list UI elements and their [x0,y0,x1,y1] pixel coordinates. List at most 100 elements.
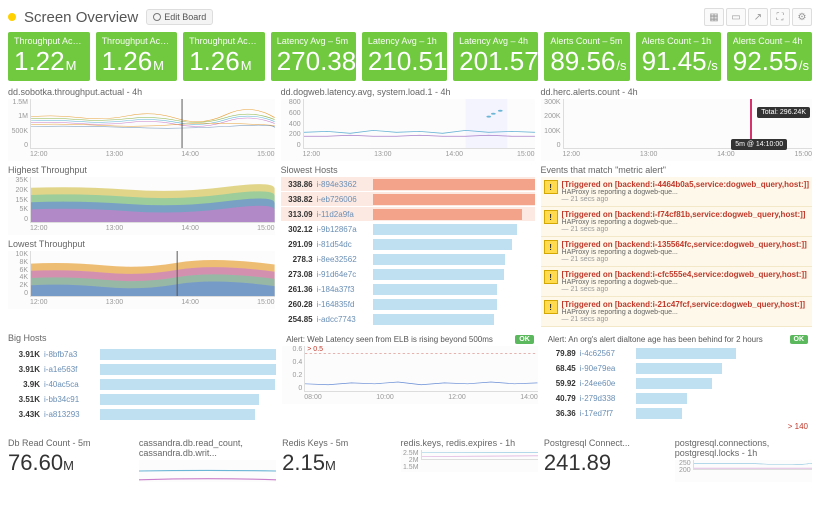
kpi-tile[interactable]: Alerts Count – 1h91.45/s [636,32,721,81]
threshold-label: > 140 [544,421,812,432]
warning-icon: ! [544,240,558,254]
lowest-chart[interactable]: 10K8K6K4K2K0 12:0013:0014:0015:00 [8,251,275,309]
row-label: i-9b12867a [317,225,373,234]
event-subtitle: HAProxy is reporting a dogweb-que... [562,309,809,316]
list-item[interactable]: 3.91Ki-8bfb7a3 [8,347,276,361]
row-label: i-11d2a9fa [317,210,373,219]
row-value: 291.09 [281,240,317,249]
kpi-tile[interactable]: Alerts Count – 4h92.55/s [727,32,812,81]
event-item[interactable]: ![Triggered on [backend:i-cfc555e4,servi… [541,267,812,297]
row-value: 313.09 [281,210,317,219]
list-item[interactable]: 291.09i-81d54dc [281,237,535,251]
kpi-tile[interactable]: Latency Avg – 1h210.51 [362,32,447,81]
label: postgresql.connections, postgresql.locks… [675,438,812,458]
tooltip-total: Total: 296.24K [757,107,810,118]
value: 2.15 [282,450,325,476]
event-item[interactable]: ![Triggered on [backend:i-21c47fcf,servi… [541,297,812,327]
list-item[interactable]: 302.12i-9b12867a [281,222,535,236]
chart-title: Lowest Throughput [8,239,275,249]
list-item[interactable]: 79.89i-4c62567 [544,346,812,360]
redis-keys-panel: Redis Keys - 5m 2.15M [282,438,394,482]
share-icon[interactable]: ↗ [748,8,768,26]
alert-web-panel: Alert: Web Latency seen from ELB is risi… [282,333,537,432]
list-item[interactable]: 338.86i-894e3362 [281,177,535,191]
list-item[interactable]: 3.43Ki-a813293 [8,407,276,421]
row-value: 3.9K [8,380,44,389]
list-item[interactable]: 3.91Ki-a1e563f [8,362,276,376]
list-item[interactable]: 254.85i-adcc7743 [281,312,535,326]
event-item[interactable]: ![Triggered on [backend:i-f74cf81b,servi… [541,207,812,237]
db-read-panel: Db Read Count - 5m 76.60M [8,438,133,482]
row-label: i-adcc7743 [317,315,373,324]
kpi-tile[interactable]: Throughput Actual –...1.22M [8,32,90,81]
tooltip-time: 5m @ 14:10:00 [731,139,787,150]
list-item[interactable]: 40.79i-279d338 [544,391,812,405]
list-item[interactable]: 313.09i-11d2a9fa [281,207,535,221]
edit-board-button[interactable]: Edit Board [146,9,213,25]
kpi-tile[interactable]: Latency Avg – 4h201.57 [453,32,538,81]
alert-org-list: 79.89i-4c6256768.45i-90e79ea59.92i-24ee6… [544,346,812,421]
redis-chart[interactable]: 2.5M2M1.5M [401,450,538,472]
value: 76.60 [8,450,63,476]
list-item[interactable]: 3.51Ki-bb34c91 [8,392,276,406]
tile-label: Alerts Count – 1h [642,36,715,46]
chart-title: Highest Throughput [8,165,275,175]
highest-chart[interactable]: 35K20K15K5K0 12:0013:0014:0015:00 [8,177,275,235]
alert-org-panel: Alert: An org's alert dialtone age has b… [544,333,812,432]
kpi-tile[interactable]: Alerts Count – 5m89.56/s [544,32,629,81]
tile-label: Alerts Count – 4h [733,36,806,46]
event-subtitle: HAProxy is reporting a dogweb-que... [562,279,809,286]
alerts-chart[interactable]: 300K200K100K0 Total: 296.24K 5m @ 14:10:… [541,99,812,161]
event-item[interactable]: ![Triggered on [backend:i-4464b0a5,servi… [541,177,812,207]
label: redis.keys, redis.expires - 1h [401,438,538,448]
list-item[interactable]: 278.3i-8ee32562 [281,252,535,266]
list-item[interactable]: 3.9Ki-40ac5ca [8,377,276,391]
event-time: — 21 secs ago [562,316,809,323]
header-actions: ▦ ▭ ↗ ⛶ ⚙ [704,8,812,26]
latency-chart[interactable]: 8006004002000 12:0013:0014:0015:00 [281,99,535,161]
alert-title: Alert: Web Latency seen from ELB is risi… [286,335,511,344]
row-value: 3.51K [8,395,44,404]
value: 241.89 [544,450,611,476]
pg-chart[interactable]: 250200 [675,460,812,482]
pg-panel: Postgresql Connect... 241.89 [544,438,669,482]
panel-title: Slowest Hosts [281,165,535,175]
lowest-throughput-panel: Lowest Throughput 10K8K6K4K2K0 12:0013:0… [8,239,275,309]
tv-icon[interactable]: ▭ [726,8,746,26]
tile-label: Latency Avg – 5m [277,36,350,46]
list-item[interactable]: 59.92i-24ee60e [544,376,812,390]
status-badge: OK [790,335,809,344]
fullscreen-icon[interactable]: ⛶ [770,8,790,26]
row-label: i-81d54dc [317,240,373,249]
row-label: i-4c62567 [580,349,636,358]
event-time: — 21 secs ago [562,226,809,233]
events-list: ![Triggered on [backend:i-4464b0a5,servi… [541,177,812,327]
layout-icon[interactable]: ▦ [704,8,724,26]
row-value: 36.36 [544,409,580,418]
list-item[interactable]: 261.36i-184a37f3 [281,282,535,296]
tile-value: 1.26 [102,46,153,77]
list-item[interactable]: 68.45i-90e79ea [544,361,812,375]
label: Db Read Count - 5m [8,438,133,448]
row-label: i-894e3362 [317,180,373,189]
list-item[interactable]: 260.28i-164835fd [281,297,535,311]
kpi-tile[interactable]: Throughput Actual –...1.26M [183,32,265,81]
tile-label: Throughput Actual –... [189,36,259,46]
chart-title: dd.herc.alerts.count - 4h [541,87,812,97]
kpi-tile[interactable]: Latency Avg – 5m270.38 [271,32,356,81]
row-value: 338.82 [281,195,317,204]
throughput-chart[interactable]: 1.5M1M500K0 12:0013:0014:0015:00 [8,99,275,161]
kpi-tile[interactable]: Throughput Actual –...1.26M [96,32,178,81]
alert-web-chart[interactable]: 0.60.40.20 > 0.5 08:0010:0012:0014:00 [282,346,537,404]
tile-unit: M [66,58,77,73]
list-item[interactable]: 338.82i-eb726006 [281,192,535,206]
settings-icon[interactable]: ⚙ [792,8,812,26]
row-value: 3.91K [8,350,44,359]
row-value: 40.79 [544,394,580,403]
list-item[interactable]: 36.36i-17ed7f7 [544,406,812,420]
row-value: 338.86 [281,180,317,189]
chart-title: dd.dogweb.latency.avg, system.load.1 - 4… [281,87,535,97]
list-item[interactable]: 273.08i-91d64e7c [281,267,535,281]
row-value: 302.12 [281,225,317,234]
event-item[interactable]: ![Triggered on [backend:i-135564fc,servi… [541,237,812,267]
